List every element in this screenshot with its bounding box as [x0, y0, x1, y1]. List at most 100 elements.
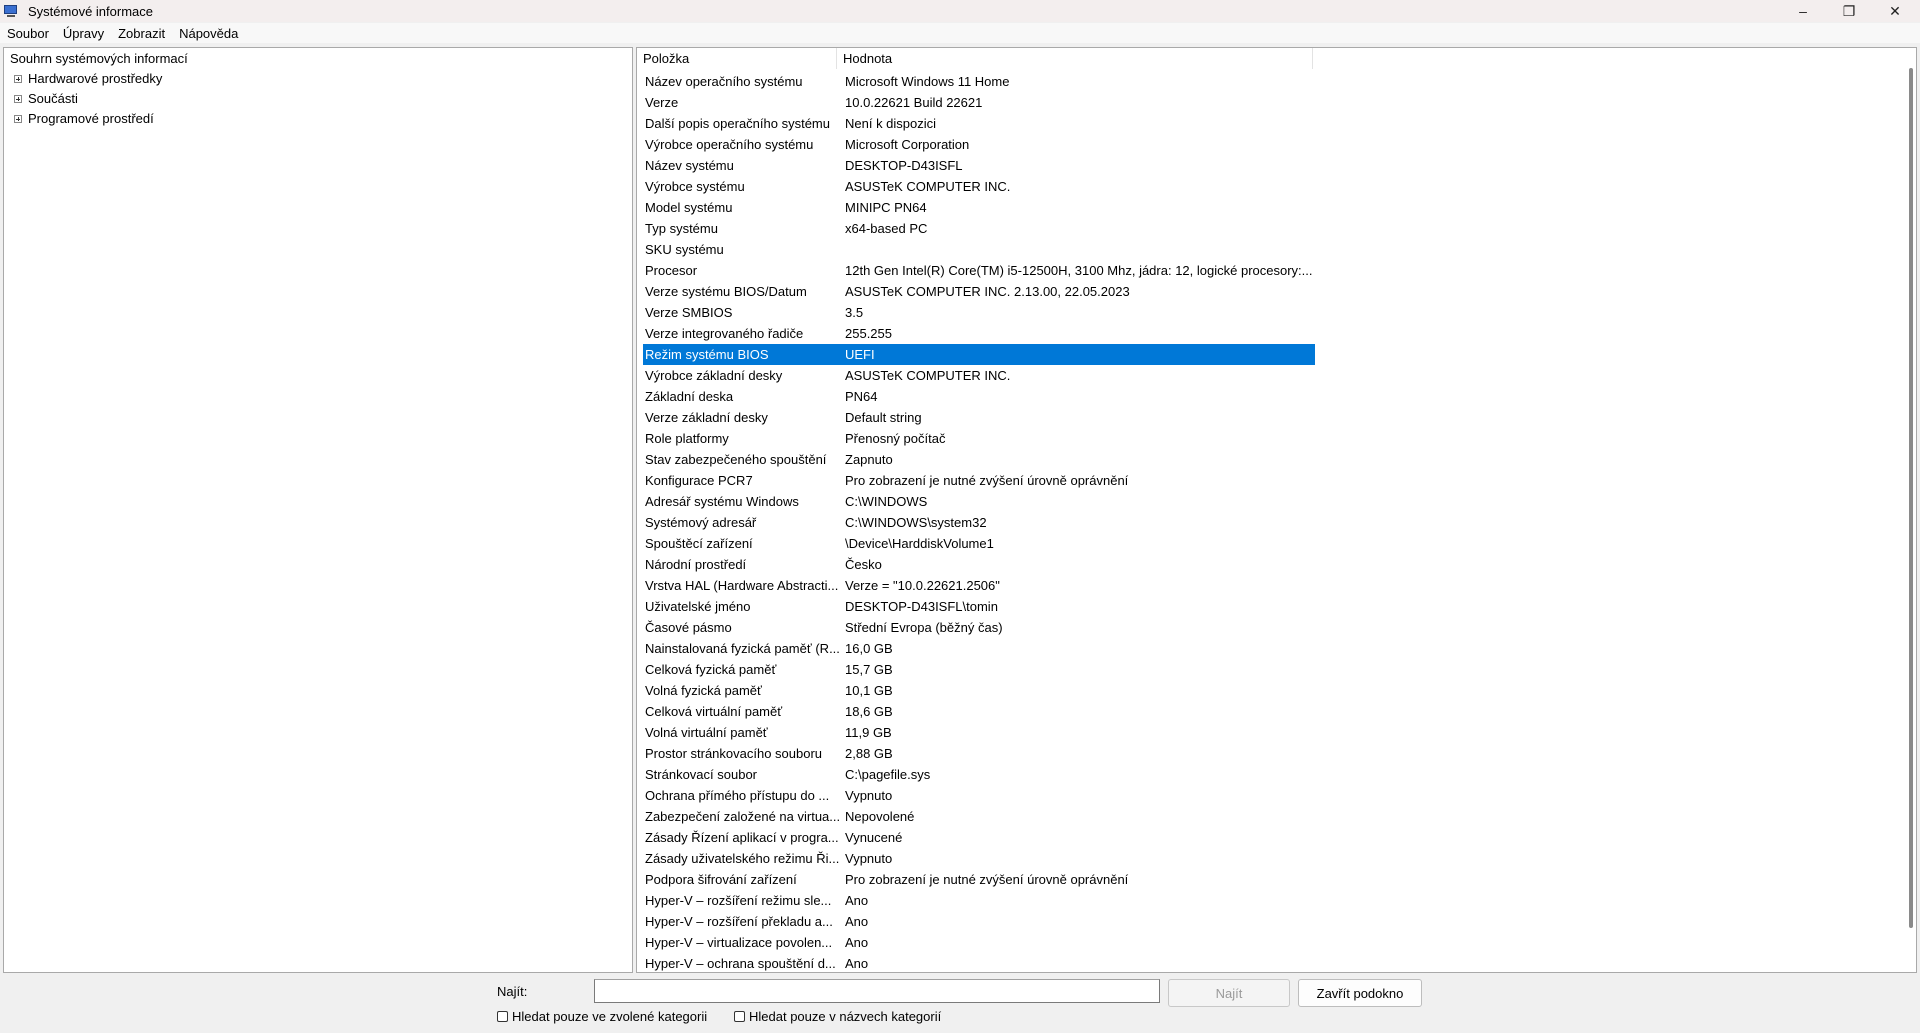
- close-pane-button[interactable]: Zavřít podokno: [1298, 979, 1422, 1007]
- item-cell: Zabezpečení založené na virtua...: [645, 809, 839, 824]
- table-row[interactable]: Role platformy Přenosný počítač: [643, 428, 1315, 449]
- value-cell: Ano: [845, 956, 869, 971]
- table-row[interactable]: Výrobce operačního systému Microsoft Corp…: [643, 134, 1315, 155]
- item-cell: Konfigurace PCR7: [645, 473, 753, 488]
- value-cell: Přenosný počítač: [845, 431, 946, 446]
- maximize-button[interactable]: ❐: [1826, 0, 1872, 22]
- expand-plus-icon[interactable]: [14, 114, 22, 123]
- table-row[interactable]: Procesor 12th Gen Intel(R) Core(TM) i5-12…: [643, 260, 1315, 281]
- table-row[interactable]: Hyper-V – virtualizace povolen... Ano: [643, 932, 1315, 953]
- table-row[interactable]: Režim systému BIOS UEFI: [643, 344, 1315, 365]
- table-row[interactable]: Celková virtuální paměť 18,6 GB: [643, 701, 1315, 722]
- table-row[interactable]: Nainstalovaná fyzická paměť (R... 16,0 GB: [643, 638, 1315, 659]
- table-row[interactable]: Název systému DESKTOP-D43ISFL: [643, 155, 1315, 176]
- value-cell: ASUSTeK COMPUTER INC.: [845, 368, 1011, 383]
- table-row[interactable]: Základní deska PN64: [643, 386, 1315, 407]
- search-category-names-checkbox[interactable]: Hledat pouze v názvech kategorií: [734, 1009, 941, 1024]
- menu-upravy[interactable]: Úpravy: [56, 26, 111, 41]
- table-row[interactable]: Stránkovací soubor C:\pagefile.sys: [643, 764, 1315, 785]
- item-cell: Celková fyzická paměť: [645, 662, 777, 677]
- table-row[interactable]: Spouštěcí zařízení \Device\HarddiskVolume…: [643, 533, 1315, 554]
- table-row[interactable]: Národní prostředí Česko: [643, 554, 1315, 575]
- table-row[interactable]: Hyper-V – rozšíření překladu a... Ano: [643, 911, 1315, 932]
- vertical-scrollbar[interactable]: [1905, 48, 1916, 972]
- table-row[interactable]: Model systému MINIPC PN64: [643, 197, 1315, 218]
- table-row[interactable]: Verze integrovaného řadiče 255.255: [643, 323, 1315, 344]
- value-cell: Česko: [845, 557, 882, 572]
- details-list[interactable]: Položka Hodnota Název operačního systému…: [636, 47, 1917, 973]
- menu-soubor[interactable]: Soubor: [0, 26, 56, 41]
- item-cell: Verze: [645, 95, 679, 110]
- item-cell: Národní prostředí: [645, 557, 747, 572]
- item-cell: Další popis operačního systému: [645, 116, 830, 131]
- column-header-value[interactable]: Hodnota: [837, 48, 1313, 69]
- table-row[interactable]: Konfigurace PCR7 Pro zobrazení je nutné z…: [643, 470, 1315, 491]
- value-cell: Microsoft Windows 11 Home: [845, 74, 1010, 89]
- scrollbar-thumb[interactable]: [1909, 68, 1913, 928]
- item-cell: Výrobce operačního systému: [645, 137, 814, 152]
- find-input[interactable]: [594, 979, 1160, 1003]
- search-selected-category-checkbox[interactable]: Hledat pouze ve zvolené kategorii: [497, 1009, 707, 1024]
- item-cell: Zásady uživatelského režimu Ři...: [645, 851, 839, 866]
- table-row[interactable]: Název operačního systému Microsoft Window…: [643, 71, 1315, 92]
- table-row[interactable]: Verze 10.0.22621 Build 22621: [643, 92, 1315, 113]
- menu-zobrazit[interactable]: Zobrazit: [111, 26, 172, 41]
- value-cell: 15,7 GB: [845, 662, 893, 677]
- table-row[interactable]: Prostor stránkovacího souboru 2,88 GB: [643, 743, 1315, 764]
- item-cell: Základní deska: [645, 389, 734, 404]
- item-cell: Stav zabezpečeného spouštění: [645, 452, 827, 467]
- expand-plus-icon[interactable]: [14, 74, 22, 83]
- value-cell: ASUSTeK COMPUTER INC. 2.13.00, 22.05.202…: [845, 284, 1130, 299]
- item-cell: Role platformy: [645, 431, 729, 446]
- tree-root-summary[interactable]: Souhrn systémových informací: [10, 51, 188, 66]
- table-row[interactable]: Typ systému x64-based PC: [643, 218, 1315, 239]
- minimize-button[interactable]: –: [1780, 0, 1826, 22]
- table-row[interactable]: Verze SMBIOS 3.5: [643, 302, 1315, 323]
- table-row[interactable]: Hyper-V – rozšíření režimu sle... Ano: [643, 890, 1315, 911]
- table-row[interactable]: Verze systému BIOS/Datum ASUSTeK COMPUTER…: [643, 281, 1315, 302]
- table-row[interactable]: Verze základní desky Default string: [643, 407, 1315, 428]
- table-row[interactable]: Systémový adresář C:\WINDOWS\system32: [643, 512, 1315, 533]
- item-cell: Model systému: [645, 200, 733, 215]
- tree-node-software[interactable]: Programové prostředí: [14, 111, 154, 126]
- item-cell: Verze systému BIOS/Datum: [645, 284, 807, 299]
- checkbox-square[interactable]: [497, 1011, 508, 1022]
- table-row[interactable]: Zabezpečení založené na virtua... Nepovol…: [643, 806, 1315, 827]
- table-row[interactable]: Další popis operačního systému Není k dis…: [643, 113, 1315, 134]
- value-cell: Microsoft Corporation: [845, 137, 970, 152]
- value-cell: Pro zobrazení je nutné zvýšení úrovně op…: [845, 473, 1129, 488]
- category-tree[interactable]: Souhrn systémových informací Hardwarové …: [3, 47, 633, 973]
- table-row[interactable]: Adresář systému Windows C:\WINDOWS: [643, 491, 1315, 512]
- table-row[interactable]: Zásady Řízení aplikací v progra... Vynuce…: [643, 827, 1315, 848]
- item-cell: Celková virtuální paměť: [645, 704, 783, 719]
- table-row[interactable]: Volná fyzická paměť 10,1 GB: [643, 680, 1315, 701]
- find-label: Najít:: [497, 984, 528, 999]
- table-row[interactable]: Zásady uživatelského režimu Ři... Vypnuto: [643, 848, 1315, 869]
- checkbox-square[interactable]: [734, 1011, 745, 1022]
- close-button[interactable]: ✕: [1872, 0, 1918, 22]
- checkbox-label: Hledat pouze v názvech kategorií: [749, 1009, 942, 1024]
- item-cell: Nainstalovaná fyzická paměť (R...: [645, 641, 839, 656]
- tree-node-components[interactable]: Součásti: [14, 91, 78, 106]
- value-cell: C:\pagefile.sys: [845, 767, 931, 782]
- menu-napoveda[interactable]: Nápověda: [172, 26, 245, 41]
- table-row[interactable]: Časové pásmo Střední Evropa (běžný čas): [643, 617, 1315, 638]
- table-row[interactable]: Vrstva HAL (Hardware Abstracti... Verze =…: [643, 575, 1315, 596]
- find-button[interactable]: Najít: [1168, 979, 1290, 1007]
- value-cell: ASUSTeK COMPUTER INC.: [845, 179, 1011, 194]
- item-cell: Verze SMBIOS: [645, 305, 733, 320]
- tree-node-hardware[interactable]: Hardwarové prostředky: [14, 71, 162, 86]
- table-row[interactable]: Stav zabezpečeného spouštění Zapnuto: [643, 449, 1315, 470]
- table-row[interactable]: Celková fyzická paměť 15,7 GB: [643, 659, 1315, 680]
- table-row[interactable]: Volná virtuální paměť 11,9 GB: [643, 722, 1315, 743]
- table-row[interactable]: Výrobce základní desky ASUSTeK COMPUTER I…: [643, 365, 1315, 386]
- table-row[interactable]: Výrobce systému ASUSTeK COMPUTER INC.: [643, 176, 1315, 197]
- column-header-item[interactable]: Položka: [637, 48, 837, 69]
- table-row[interactable]: Podpora šifrování zařízení Pro zobrazení …: [643, 869, 1315, 890]
- expand-plus-icon[interactable]: [14, 94, 22, 103]
- value-cell: Pro zobrazení je nutné zvýšení úrovně op…: [845, 872, 1129, 887]
- table-row[interactable]: Hyper-V – ochrana spouštění d... Ano: [643, 953, 1315, 972]
- table-row[interactable]: Ochrana přímého přístupu do ... Vypnuto: [643, 785, 1315, 806]
- table-row[interactable]: Uživatelské jméno DESKTOP-D43ISFL\tomin: [643, 596, 1315, 617]
- table-row[interactable]: SKU systému: [643, 239, 1315, 260]
